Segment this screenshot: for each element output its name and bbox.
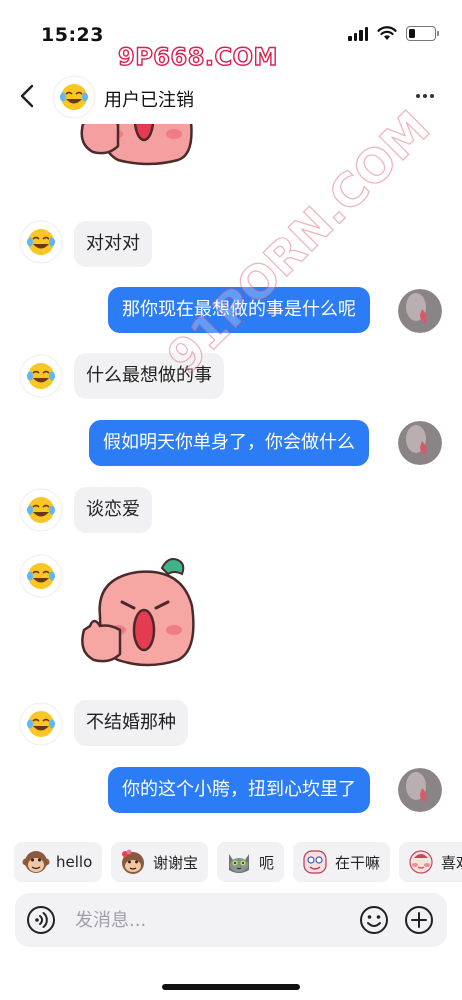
my-avatar[interactable]	[398, 768, 442, 812]
message-bubble-incoming[interactable]: 谈恋爱	[74, 487, 152, 533]
message-bubble-outgoing[interactable]: 你的这个小胯，扭到心坎里了	[108, 767, 370, 813]
quick-reply-chip[interactable]: 在干嘛	[293, 842, 391, 882]
quick-reply-label: 在干嘛	[335, 853, 381, 872]
my-avatar[interactable]	[398, 289, 442, 333]
quick-reply-chip[interactable]: 喜欢	[399, 842, 462, 882]
quick-reply-chip[interactable]: hello	[14, 842, 103, 882]
wifi-icon	[377, 26, 397, 40]
battery-icon	[406, 26, 439, 41]
voice-input-icon[interactable]	[26, 905, 56, 935]
quick-reply-label: 呃	[259, 853, 275, 872]
peeking-face-emoji-icon	[303, 850, 327, 874]
message-bubble-incoming[interactable]: 不结婚那种	[74, 700, 188, 746]
cellular-signal-icon	[348, 26, 368, 41]
peach-thumbs-up-sticker[interactable]	[78, 124, 200, 194]
quick-reply-label: 谢谢宝	[153, 853, 199, 872]
chat-header: 用户已注销	[0, 70, 462, 124]
message-bubble-incoming[interactable]: 对对对	[74, 221, 152, 267]
message-bubble-outgoing[interactable]: 那你现在最想做的事是什么呢	[108, 287, 370, 333]
peach-thumbs-up-sticker[interactable]	[78, 556, 202, 674]
add-attachment-icon[interactable]	[404, 905, 434, 935]
message-composer	[15, 893, 447, 947]
emoji-picker-icon[interactable]	[359, 905, 389, 935]
message-list[interactable]: 对对对 那你现在最想做的事是什么呢 什么最想做的事 假如明天你单身了，你会做什么…	[0, 124, 462, 834]
back-arrow-icon[interactable]	[16, 82, 40, 110]
home-indicator[interactable]	[162, 984, 300, 990]
quick-reply-chip[interactable]: 谢谢宝	[111, 842, 209, 882]
message-bubble-incoming[interactable]: 什么最想做的事	[74, 353, 224, 399]
monkey-emoji-icon	[22, 851, 50, 873]
more-options-icon[interactable]	[416, 86, 440, 106]
contact-avatar[interactable]	[52, 75, 96, 119]
watermark-logo: 9P668.COM	[117, 42, 278, 71]
cat-emoji-icon	[229, 854, 249, 873]
message-input[interactable]	[75, 904, 345, 936]
quick-reply-label: hello	[56, 853, 93, 871]
battery-level	[409, 29, 415, 38]
contact-avatar[interactable]	[19, 554, 63, 598]
contact-name: 用户已注销	[104, 90, 194, 111]
contact-avatar[interactable]	[19, 488, 63, 532]
quick-reply-bar[interactable]: hello 谢谢宝 呃 在干嘛 喜	[0, 842, 462, 882]
contact-avatar[interactable]	[19, 220, 63, 264]
quick-reply-label: 喜欢	[441, 853, 462, 872]
my-avatar[interactable]	[398, 421, 442, 465]
quick-reply-chip[interactable]: 呃	[217, 842, 285, 882]
blushing-face-emoji-icon	[409, 850, 433, 874]
status-time: 15:23	[41, 24, 104, 46]
contact-avatar[interactable]	[19, 702, 63, 746]
monkey-flower-emoji-icon	[122, 849, 144, 874]
status-icons	[348, 26, 439, 41]
message-bubble-outgoing[interactable]: 假如明天你单身了，你会做什么	[89, 420, 369, 466]
contact-avatar[interactable]	[19, 354, 63, 398]
